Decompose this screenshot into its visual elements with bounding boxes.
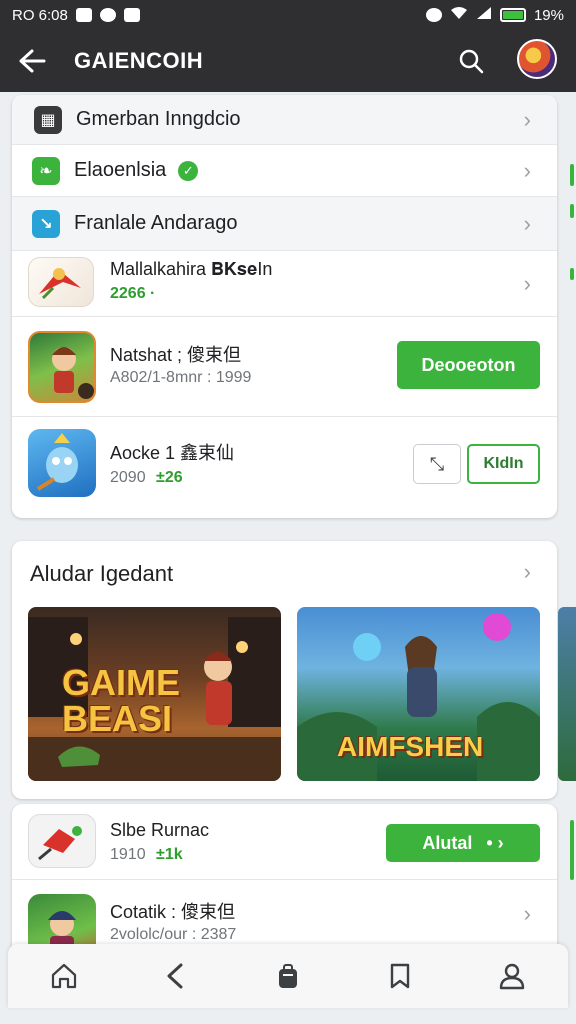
signal-icon — [476, 6, 492, 24]
chevron-right-icon: • › — [486, 832, 504, 853]
app-rating: ±1k — [156, 846, 183, 863]
wifi-icon — [450, 6, 468, 24]
sync-icon — [99, 8, 116, 22]
chevron-right-icon: › — [523, 901, 531, 926]
app-subtitle: 2266 · — [110, 285, 156, 302]
chevron-left-icon — [167, 963, 183, 989]
featured-banner[interactable]: AIMFSHEN — [297, 607, 540, 781]
app-icon — [28, 331, 96, 403]
leaf-icon: ❧ — [32, 156, 60, 185]
search-icon — [459, 49, 484, 74]
banner-title: GAIME BEASI — [62, 662, 181, 739]
app-bar: GAIENCOIH — [0, 30, 576, 92]
nav-bookmarks[interactable] — [372, 948, 428, 1004]
status-time: RO 6:08 — [12, 6, 68, 24]
chevron-right-icon: › — [523, 157, 531, 183]
list-row-store[interactable]: ▦ Gmerban Inngdcio › — [12, 95, 557, 145]
edge-mark — [570, 204, 574, 218]
notification-icon — [75, 8, 92, 22]
edge-mark — [570, 820, 574, 880]
list-row-label: Franlale Andarago — [74, 212, 238, 234]
avatar[interactable] — [517, 39, 557, 79]
person-icon — [499, 963, 525, 990]
alarm-icon — [425, 8, 442, 22]
list-row-label: Gmerban Inngdcio — [76, 108, 241, 130]
category-list-card: ▦ Gmerban Inngdcio › ❧ Elaoenlsia ✓ › ↘ … — [12, 95, 557, 518]
next-banner-peek[interactable] — [558, 607, 576, 781]
battery-icon — [499, 8, 526, 22]
app-subtitle: 1910 — [110, 846, 146, 863]
app-title: Aocke 1 鑫束仙 — [110, 443, 235, 463]
shopping-bag-icon — [279, 964, 297, 988]
nav-home[interactable] — [36, 948, 92, 1004]
install-button-label: Alutal — [422, 832, 473, 853]
install-button[interactable]: Alutal • › — [386, 824, 540, 862]
app-icon — [28, 429, 96, 497]
app-row[interactable]: Mallalkahira 𝐁𝐊𝐬𝐞In 2266 · › — [12, 251, 557, 317]
status-bar: RO 6:08 19% — [0, 0, 576, 30]
verified-check-icon: ✓ — [178, 160, 199, 181]
app-title: Slbe Rurnac — [110, 820, 210, 840]
page-title: GAIENCOIH — [74, 48, 204, 73]
arrow-box-icon: ↘ — [32, 209, 60, 238]
list-row-arrow[interactable]: ↘ Franlale Andarago › — [12, 197, 557, 251]
app-rating: ±26 — [156, 469, 183, 486]
edge-mark — [570, 164, 574, 186]
featured-section-card: Aludar Igedant › GAIME BEASI AIMFSHEN — [12, 541, 557, 799]
banner-title: AIMFSHEN — [337, 731, 484, 762]
section-title[interactable]: Aludar Igedant — [30, 561, 173, 587]
share-button[interactable]: ⤡ — [413, 444, 461, 484]
install-button[interactable]: Deooeoton — [397, 341, 540, 389]
chevron-right-icon[interactable]: › — [524, 559, 531, 585]
featured-banner[interactable]: GAIME BEASI — [28, 607, 281, 781]
list-row-leaf[interactable]: ❧ Elaoenlsia ✓ › — [12, 145, 557, 197]
nav-apps[interactable] — [260, 948, 316, 1004]
app-icon — [28, 257, 94, 307]
battery-percent: 19% — [533, 6, 564, 24]
app-subtitle: 2vololc/our : 2387 — [110, 926, 237, 943]
app-notification-icon — [123, 8, 140, 22]
bottom-navigation — [8, 944, 568, 1008]
store-icon: ▦ — [34, 105, 62, 134]
app-title: Mallalkahira 𝐁𝐊𝐬𝐞In — [110, 259, 273, 279]
app-subtitle: A802/1-8mnr : 1999 — [110, 369, 252, 386]
nav-back[interactable] — [148, 948, 204, 1004]
app-row[interactable]: Aocke 1 鑫束仙 2090 ±26 ⤡ KIdIn — [12, 417, 557, 518]
more-apps-card: Slbe Rurnac 1910 ±1k Alutal • › Cotatik … — [12, 804, 557, 964]
chevron-right-icon: › — [523, 210, 531, 236]
bookmark-icon — [390, 963, 410, 989]
chevron-right-icon: › — [523, 270, 531, 296]
app-icon — [28, 814, 96, 868]
share-icon: ⤡ — [429, 453, 445, 474]
edge-mark — [570, 268, 574, 280]
search-button[interactable] — [450, 40, 492, 82]
app-row[interactable]: Natshat ; 傻束但 A802/1-8mnr : 1999 Deooeot… — [12, 317, 557, 417]
home-icon — [51, 963, 77, 989]
app-row[interactable]: Slbe Rurnac 1910 ±1k Alutal • › — [12, 804, 557, 880]
list-row-label: Elaoenlsia — [74, 159, 167, 181]
back-arrow-icon — [19, 49, 46, 73]
open-button[interactable]: KIdIn — [467, 444, 540, 484]
app-subtitle: 2090 — [110, 469, 146, 486]
app-title: Cotatik : 傻束但 — [110, 902, 236, 922]
nav-profile[interactable] — [484, 948, 540, 1004]
app-title: Natshat ; 傻束但 — [110, 345, 242, 365]
chevron-right-icon: › — [523, 106, 531, 132]
back-button[interactable] — [0, 30, 64, 92]
